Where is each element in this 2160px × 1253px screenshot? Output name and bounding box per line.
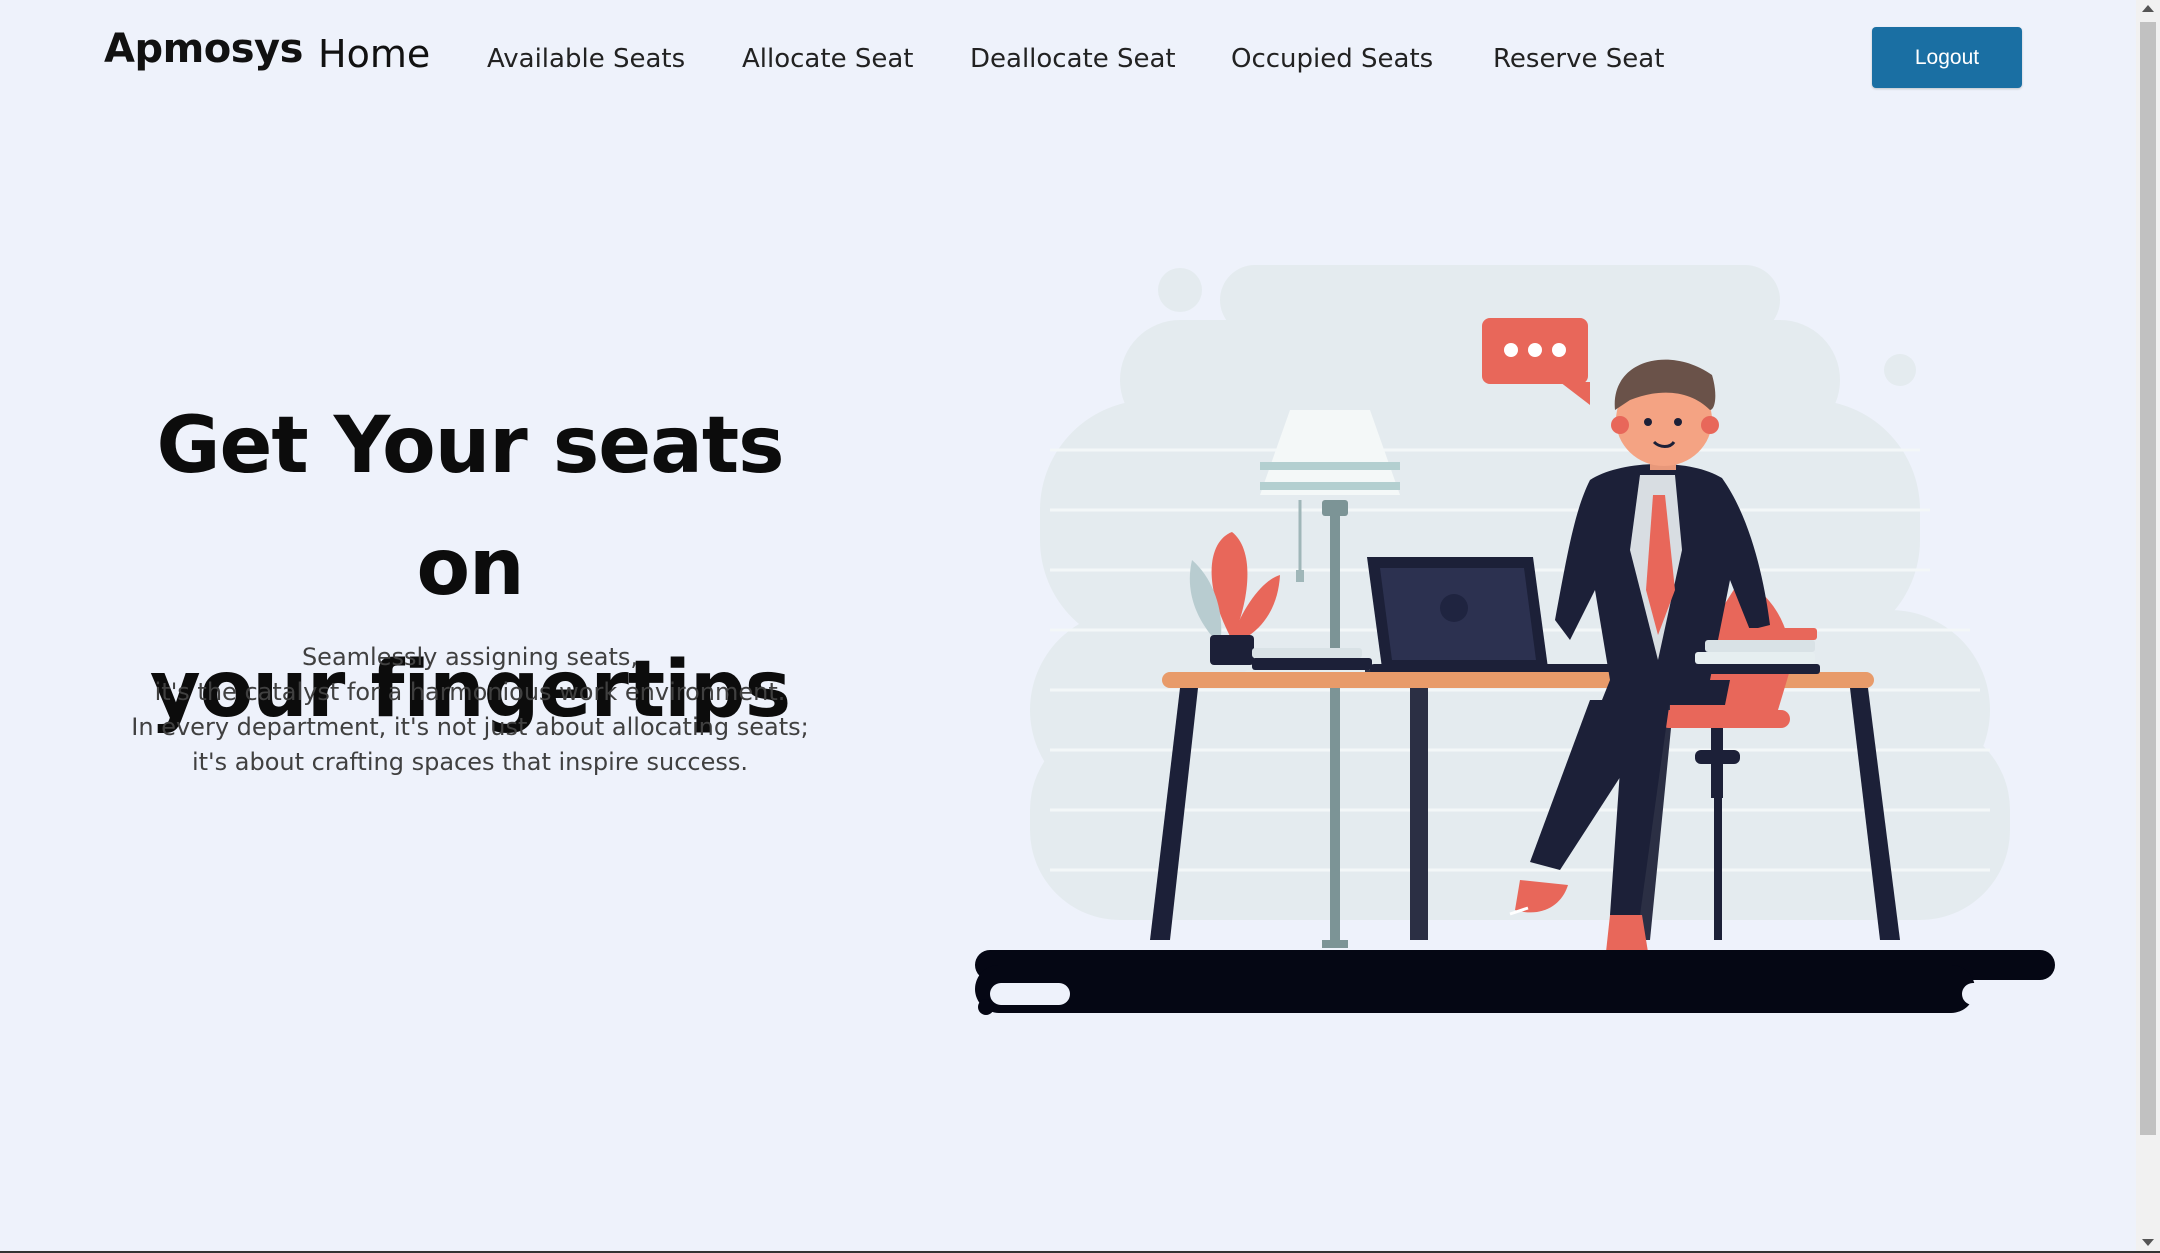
scroll-thumb[interactable]: [2140, 22, 2156, 1135]
nav-home[interactable]: Home: [318, 32, 430, 76]
hero-subtitle-line: it's about crafting spaces that inspire …: [191, 748, 749, 776]
office-worker-illustration: [975, 265, 2055, 1015]
nav-reserve-seat[interactable]: Reserve Seat: [1493, 44, 1664, 74]
floor: [975, 950, 2055, 1015]
nav-allocate-seat[interactable]: Allocate Seat: [742, 44, 913, 74]
scroll-up-arrow-icon[interactable]: [2142, 5, 2154, 12]
hero-subtitle-line: In every department, it's not just about…: [131, 713, 809, 741]
nav-available-seats[interactable]: Available Seats: [487, 44, 685, 74]
logout-button[interactable]: Logout: [1872, 27, 2022, 88]
nav-occupied-seats[interactable]: Occupied Seats: [1231, 44, 1433, 74]
nav-deallocate-seat[interactable]: Deallocate Seat: [970, 44, 1176, 74]
hero-subtitle: Seamlessly assigning seats, it's the cat…: [100, 640, 840, 780]
brand-logo[interactable]: Apmosys: [104, 26, 303, 72]
hero-subtitle-line: Seamlessly assigning seats,: [301, 643, 639, 671]
scroll-down-arrow-icon[interactable]: [2142, 1239, 2154, 1246]
vertical-scrollbar[interactable]: [2136, 0, 2160, 1253]
navbar: Apmosys Home Available Seats Allocate Se…: [0, 0, 2136, 115]
hero-title-line-1: Get Your seats on: [156, 401, 784, 613]
hero-subtitle-line: it's the catalyst for a harmonious work …: [154, 678, 786, 706]
